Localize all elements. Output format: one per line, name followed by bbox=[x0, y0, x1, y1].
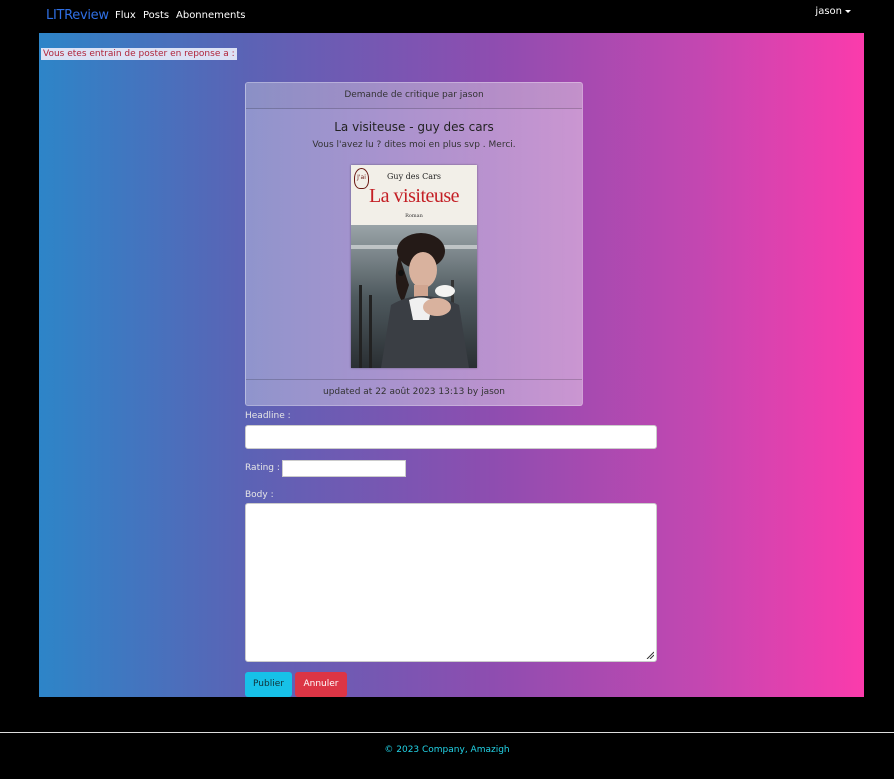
cover-title: La visiteuse bbox=[368, 185, 460, 207]
nav-link-posts[interactable]: Posts bbox=[143, 10, 169, 21]
body-textarea[interactable] bbox=[245, 503, 657, 662]
resize-handle-icon[interactable] bbox=[646, 651, 654, 659]
ticket-title: La visiteuse - guy des cars bbox=[334, 120, 494, 134]
footer-divider bbox=[0, 732, 894, 733]
nav-link-flux[interactable]: Flux bbox=[115, 10, 136, 21]
user-name: jason bbox=[815, 6, 842, 17]
headline-input[interactable] bbox=[245, 425, 657, 449]
cover-author: Guy des Cars bbox=[387, 172, 441, 181]
brand-link[interactable]: LITReview bbox=[46, 8, 109, 23]
cover-photo bbox=[351, 225, 477, 368]
ticket-header: Demande de critique par jason bbox=[246, 83, 582, 109]
main-content: Vous etes entrain de poster en reponse a… bbox=[39, 33, 864, 697]
cancel-button[interactable]: Annuler bbox=[295, 672, 347, 697]
footer-copyright: © 2023 Company, Amazigh bbox=[384, 745, 510, 755]
ticket-footer: updated at 22 août 2023 13:13 by jason bbox=[246, 379, 582, 405]
caret-down-icon bbox=[845, 9, 851, 13]
body-label: Body : bbox=[245, 490, 274, 500]
cover-genre: Roman bbox=[405, 213, 423, 219]
headline-label: Headline : bbox=[245, 411, 291, 421]
ticket-description: Vous l'avez lu ? dites moi en plus svp .… bbox=[312, 140, 516, 150]
user-dropdown[interactable]: jason bbox=[815, 6, 851, 17]
book-cover-image: J'ai Guy des Cars La visiteuse Roman bbox=[351, 165, 477, 368]
rating-input[interactable] bbox=[282, 460, 406, 477]
ticket-card: Demande de critique par jason La visiteu… bbox=[245, 82, 583, 406]
rating-label: Rating : bbox=[245, 463, 280, 473]
reply-notice: Vous etes entrain de poster en reponse a… bbox=[41, 48, 237, 60]
nav-link-abonnements[interactable]: Abonnements bbox=[176, 10, 246, 21]
publish-button[interactable]: Publier bbox=[245, 672, 292, 697]
top-navbar: LITReview Flux Posts Abonnements jason bbox=[0, 0, 894, 33]
